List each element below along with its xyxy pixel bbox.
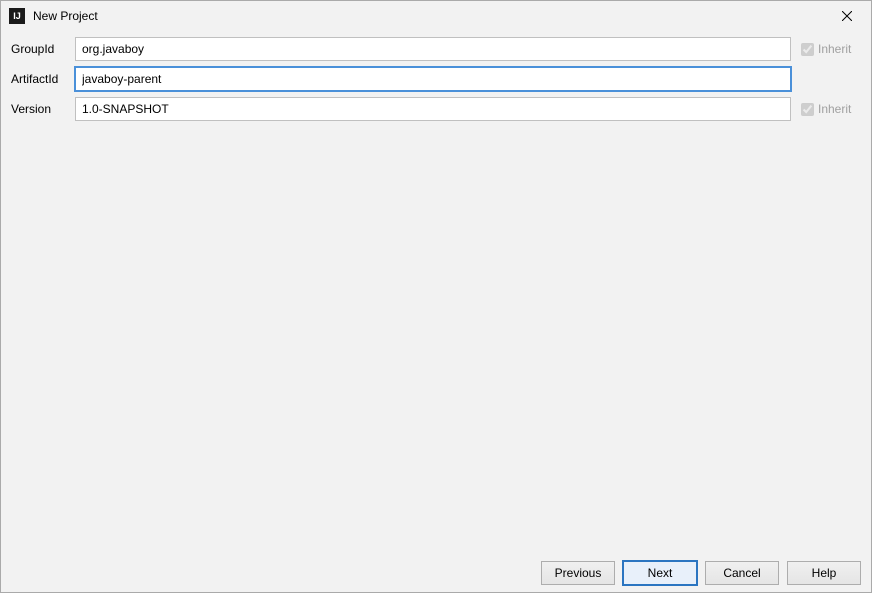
artifactid-input[interactable] [75,67,791,91]
groupid-input[interactable] [75,37,791,61]
app-icon: IJ [9,8,25,24]
groupid-label: GroupId [11,42,75,56]
titlebar: IJ New Project [1,1,871,31]
previous-button[interactable]: Previous [541,561,615,585]
groupid-row: GroupId Inherit [11,37,861,61]
version-inherit-label: Inherit [818,102,851,116]
version-input[interactable] [75,97,791,121]
version-label: Version [11,102,75,116]
help-button[interactable]: Help [787,561,861,585]
version-inherit: Inherit [791,102,861,116]
artifactid-row: ArtifactId [11,67,861,91]
close-icon [842,11,852,21]
version-inherit-checkbox [801,103,814,116]
version-row: Version Inherit [11,97,861,121]
cancel-button[interactable]: Cancel [705,561,779,585]
artifactid-label: ArtifactId [11,72,75,86]
form-content: GroupId Inherit ArtifactId Version Inher… [1,31,871,133]
next-button[interactable]: Next [623,561,697,585]
button-bar: Previous Next Cancel Help [1,554,871,592]
groupid-inherit-checkbox [801,43,814,56]
groupid-inherit: Inherit [791,42,861,56]
groupid-inherit-label: Inherit [818,42,851,56]
window-title: New Project [33,9,827,23]
close-button[interactable] [827,2,867,30]
